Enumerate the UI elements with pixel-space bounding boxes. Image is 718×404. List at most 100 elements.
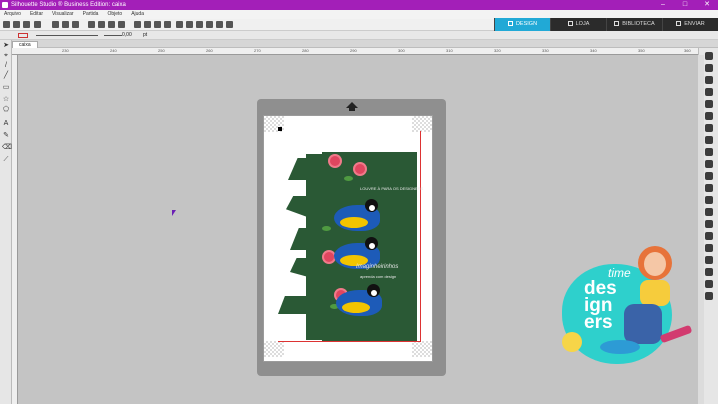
pencil-tool-icon[interactable]: ✎: [2, 132, 10, 140]
save-icon[interactable]: [23, 21, 30, 28]
text-tool-icon[interactable]: A: [2, 120, 10, 128]
redo-icon[interactable]: [98, 21, 105, 28]
leaf-decoration: [344, 176, 353, 181]
mouse-cursor-icon: [172, 210, 176, 216]
document-tab-caixa[interactable]: caixa: [12, 41, 38, 48]
offset-icon[interactable]: [705, 196, 713, 204]
window-controls: – □ ✕: [652, 0, 718, 10]
eraser-tool-icon[interactable]: ⌫: [2, 144, 12, 152]
mat-grid-bottom-right: [412, 341, 432, 357]
line-panel-icon[interactable]: [705, 124, 713, 132]
close-button[interactable]: ✕: [696, 0, 718, 10]
select-tool-icon[interactable]: ➤: [2, 42, 10, 50]
rectangle-tool-icon[interactable]: ▭: [2, 84, 10, 92]
image-effects-icon[interactable]: [705, 268, 713, 276]
send-icon[interactable]: [226, 21, 233, 28]
trace-panel-icon[interactable]: [705, 208, 713, 216]
minimize-button[interactable]: –: [652, 0, 674, 10]
polygon-tool-icon[interactable]: ⬠: [2, 106, 10, 114]
grid-icon[interactable]: [206, 21, 213, 28]
modify-icon[interactable]: [705, 184, 713, 192]
send-panel-icon[interactable]: [705, 64, 713, 72]
cut-icon[interactable]: [52, 21, 59, 28]
undo-icon[interactable]: [88, 21, 95, 28]
replicate-icon[interactable]: [705, 172, 713, 180]
nesting-icon[interactable]: [705, 232, 713, 240]
open-file-icon[interactable]: [13, 21, 20, 28]
spacing-icon[interactable]: [705, 280, 713, 288]
paste-icon[interactable]: [72, 21, 79, 28]
app-icon: [2, 2, 8, 8]
box-text: LOUVRE À PARA OS DESIGNERS: [360, 186, 424, 191]
line-color-swatch[interactable]: [18, 33, 28, 38]
logo-text-designers: des ign ers: [584, 278, 617, 333]
tab-design[interactable]: DESIGN: [494, 18, 550, 31]
move-up-icon[interactable]: [186, 21, 193, 28]
star-tool-icon[interactable]: ☆: [2, 96, 10, 104]
flower-decoration: [355, 164, 365, 174]
point-edit-icon[interactable]: ⌖: [2, 52, 10, 60]
menu-arquivo[interactable]: Arquivo: [4, 10, 21, 19]
fill-panel-icon[interactable]: [705, 100, 713, 108]
store-icon: [567, 21, 573, 26]
window-titlebar: Silhouette Studio ® Business Edition: ca…: [0, 0, 718, 10]
trace-icon[interactable]: [216, 21, 223, 28]
library-icon: [614, 21, 620, 26]
horizontal-ruler: 230 240 250 260 270 280 290 300 310 320 …: [12, 48, 698, 55]
menu-ajuda[interactable]: Ajuda: [131, 10, 144, 19]
flower-decoration: [330, 156, 340, 166]
zoom-out-icon[interactable]: [144, 21, 151, 28]
lightbulb-icon: [562, 332, 582, 352]
gradient-panel-icon[interactable]: [705, 112, 713, 120]
menu-objeto[interactable]: Objeto: [107, 10, 122, 19]
page-setup-icon[interactable]: [705, 52, 713, 60]
mat-grid-bottom-left: [264, 341, 284, 357]
line-style-selector[interactable]: [36, 35, 98, 36]
layers-icon[interactable]: [705, 220, 713, 228]
box-script-text: Imaginheirinhos: [356, 264, 399, 270]
registration-mark: [278, 127, 282, 131]
tab-enviar[interactable]: ENVIAR: [662, 18, 718, 31]
window-title: Silhouette Studio ® Business Edition: ca…: [11, 2, 126, 8]
weld-icon[interactable]: [705, 256, 713, 264]
download-icon[interactable]: [196, 21, 203, 28]
line-tool-icon[interactable]: ╱: [2, 72, 10, 80]
leaf-decoration: [322, 226, 331, 231]
fill-icon[interactable]: [108, 21, 115, 28]
transform-icon[interactable]: [705, 148, 713, 156]
zoom-fit-icon[interactable]: [154, 21, 161, 28]
load-arrow-stem: [349, 107, 355, 111]
line-width-value[interactable]: 0,00: [122, 31, 132, 40]
text-style-icon[interactable]: [705, 136, 713, 144]
time-designers-logo: time des ign ers: [560, 246, 693, 374]
copy-icon[interactable]: [62, 21, 69, 28]
pan-icon[interactable]: [164, 21, 171, 28]
menu-partida[interactable]: Partida: [83, 10, 99, 19]
menu-visualizar[interactable]: Visualizar: [52, 10, 74, 19]
align-icon[interactable]: [705, 160, 713, 168]
vertical-scrollbar[interactable]: [698, 55, 704, 404]
knife-tool-icon[interactable]: ⟋: [2, 156, 10, 164]
flower-decoration: [324, 252, 334, 262]
maximize-button[interactable]: □: [674, 0, 696, 10]
tab-biblioteca[interactable]: BIBLIOTECA: [606, 18, 662, 31]
mat-grid-top-right: [412, 116, 432, 132]
sketch-icon[interactable]: [705, 244, 713, 252]
cut-margin-line-bottom: [278, 341, 421, 342]
library-panel-icon[interactable]: [705, 88, 713, 96]
menu-editar[interactable]: Editar: [30, 10, 43, 19]
macaw-illustration: [336, 284, 382, 316]
move-down-icon[interactable]: [176, 21, 183, 28]
design-icon: [507, 21, 513, 26]
macaw-illustration: [334, 199, 380, 231]
scale-icon[interactable]: [705, 292, 713, 300]
line-width-slider[interactable]: [104, 35, 122, 36]
grid-panel-icon[interactable]: [705, 76, 713, 84]
new-document-icon[interactable]: [3, 21, 10, 28]
zoom-in-icon[interactable]: [134, 21, 141, 28]
print-icon[interactable]: [34, 21, 41, 28]
trash-icon[interactable]: [118, 21, 125, 28]
tab-loja[interactable]: LOJA: [550, 18, 606, 31]
zoom-tool-icon[interactable]: /: [2, 62, 10, 70]
vertical-ruler: [12, 55, 18, 404]
